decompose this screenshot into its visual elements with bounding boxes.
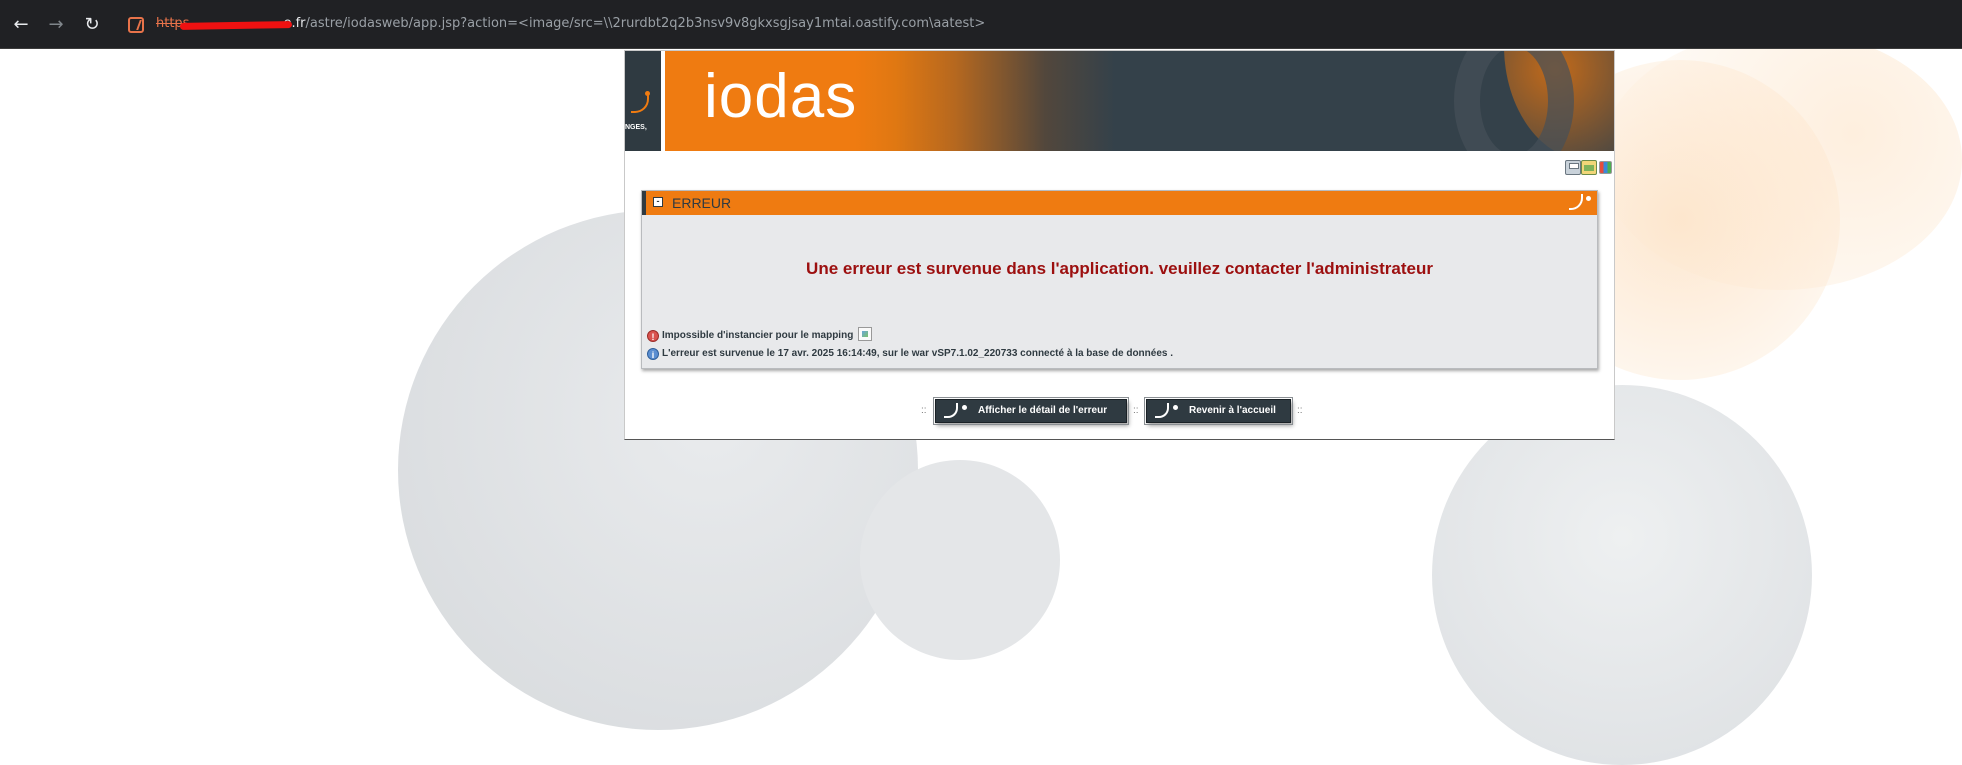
error-message: Une erreur est survenue dans l'applicati…: [806, 259, 1433, 278]
collapse-button[interactable]: -: [653, 197, 663, 207]
logo-icon: [1569, 194, 1591, 212]
reload-button[interactable]: ↻: [80, 13, 104, 37]
forward-button[interactable]: →: [44, 13, 68, 37]
separator: ::: [1133, 405, 1139, 416]
error-panel: - ERREUR Une erreur est survenue dans l'…: [641, 190, 1598, 369]
logo-icon: [1153, 403, 1183, 420]
info-icon: i: [647, 348, 659, 360]
separator: ::: [1297, 405, 1303, 416]
panel-header: - ERREUR: [642, 191, 1597, 215]
print-icon[interactable]: [1565, 160, 1581, 175]
grid-icon[interactable]: [1599, 161, 1612, 174]
return-home-button[interactable]: Revenir à l'accueil: [1144, 397, 1293, 425]
back-button[interactable]: ←: [9, 13, 33, 37]
action-bar: :: Afficher le détail de l'erreur :: Rev…: [625, 397, 1614, 425]
logo-icon: [942, 403, 972, 420]
separator: ::: [921, 405, 927, 416]
show-error-detail-label: Afficher le détail de l'erreur: [978, 405, 1108, 416]
error-detail-text: Impossible d'instancier pour le mapping: [662, 330, 854, 341]
arrow-left-icon: ←: [13, 14, 29, 35]
background-circle: [860, 460, 1060, 660]
banner-decoration: [1454, 51, 1574, 151]
logo-dot: [645, 91, 650, 96]
show-error-detail-button[interactable]: Afficher le détail de l'erreur: [933, 397, 1129, 425]
app-banner: NGES, iodas: [625, 51, 1614, 151]
error-detail-line: ! Impossible d'instancier pour le mapping: [647, 327, 873, 342]
reload-icon: ↻: [84, 14, 100, 35]
panel-title: ERREUR: [672, 195, 732, 211]
app-frame: NGES, iodas - ERREUR Une erreur est surv…: [624, 50, 1615, 440]
error-icon: !: [647, 330, 659, 342]
arrow-right-icon: →: [48, 14, 64, 35]
info-line: i L'erreur est survenue le 17 avr. 2025 1…: [647, 348, 1173, 360]
logo-icon: [631, 93, 649, 113]
calculator-icon[interactable]: [1581, 160, 1597, 175]
background-circle: [1432, 385, 1812, 765]
url-path: /astre/iodasweb/app.jsp?action=<image/sr…: [305, 16, 986, 31]
site-info-icon[interactable]: [128, 17, 144, 33]
info-text: L'erreur est survenue le 17 avr. 2025 16…: [662, 348, 1174, 359]
background-circle: [1600, 30, 1962, 290]
logo-caption: NGES,: [625, 124, 647, 131]
app-title: iodas: [704, 62, 858, 131]
broken-image-icon: [858, 327, 873, 341]
return-home-label: Revenir à l'accueil: [1189, 405, 1276, 416]
browser-toolbar: ← → ↻ https e.fr/astre/iodasweb/app.jsp?a…: [0, 0, 1962, 49]
